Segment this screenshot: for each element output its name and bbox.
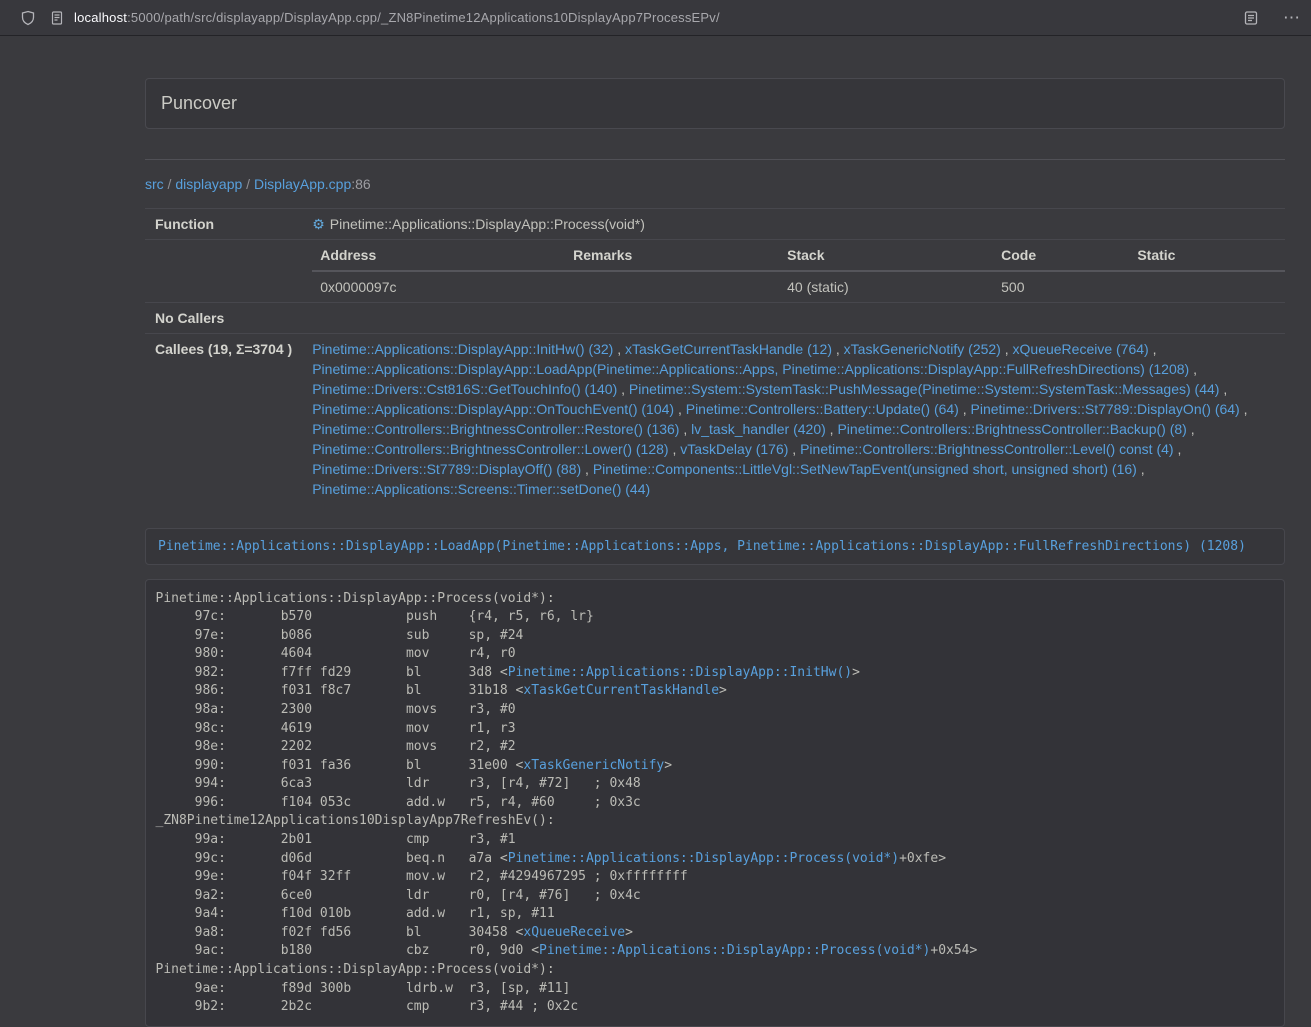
code-symbol-link[interactable]: Pinetime::Applications::DisplayApp::Init… [508,665,852,680]
function-row: Function ⚙ Pinetime::Applications::Displa… [145,209,1285,240]
url-input[interactable]: localhost:5000/path/src/displayapp/Displ… [74,10,1243,25]
breadcrumb-separator: / [242,176,254,192]
callee-separator: , [959,401,971,417]
no-callers-row: No Callers [145,303,1285,334]
reader-mode-icon[interactable] [1243,10,1259,26]
breadcrumb-separator: / [164,176,176,192]
metric-column-header: Stack [779,240,993,271]
callee-link[interactable]: Pinetime::Applications::DisplayApp::OnTo… [312,401,674,417]
callee-link[interactable]: Pinetime::Drivers::St7789::DisplayOff() … [312,461,581,477]
callees-list: Pinetime::Applications::DisplayApp::Init… [302,334,1285,505]
breadcrumb: src / displayapp / DisplayApp.cpp:86 [145,174,1285,194]
metric-value [565,271,779,302]
metric-column-header: Address [312,240,565,271]
callee-separator: , [1189,361,1197,377]
symbol-table: Function ⚙Pinetime::Applications::Displa… [145,208,1285,504]
callee-separator: , [788,441,800,457]
code-symbol-link[interactable]: xQueueReceive [523,925,625,940]
metrics-value-row: 0x0000097c 40 (static)500 [312,271,1285,302]
divider [145,159,1285,160]
callee-link[interactable]: xTaskGenericNotify (252) [844,341,1001,357]
callee-link[interactable]: Pinetime::Components::LittleVgl::SetNewT… [593,461,1137,477]
callees-row: Callees (19, Σ=3704 ) Pinetime::Applicat… [145,334,1285,505]
callee-link[interactable]: vTaskDelay (176) [680,441,788,457]
code-symbol-link[interactable]: Pinetime::Applications::DisplayApp::Proc… [539,943,930,958]
metrics-cell: AddressRemarksStackCodeStatic 0x0000097c… [302,240,1285,303]
callee-separator: , [1219,381,1227,397]
empty-cell [302,303,1285,334]
url-host: localhost [74,10,127,25]
callee-link[interactable]: Pinetime::Applications::DisplayApp::Init… [312,341,613,357]
site-identity-icon[interactable] [49,10,65,26]
metric-value: 40 (static) [779,271,993,302]
breadcrumb-line-number: :86 [351,176,370,192]
callee-separator: , [1240,401,1248,417]
callee-link[interactable]: Pinetime::Applications::Screens::Timer::… [312,481,650,497]
code-symbol-link[interactable]: xTaskGetCurrentTaskHandle [523,683,719,698]
callee-link[interactable]: Pinetime::Applications::DisplayApp::Load… [312,361,1189,377]
metrics-header-row: AddressRemarksStackCodeStatic [312,240,1285,271]
page-title: Puncover [161,93,237,113]
callee-link[interactable]: lv_task_handler (420) [691,421,826,437]
page-actions-icon[interactable]: ⋯ [1283,10,1299,26]
metric-value [1129,271,1285,302]
callee-separator: , [674,401,686,417]
function-label: Function [145,209,302,240]
callee-link[interactable]: Pinetime::Controllers::BrightnessControl… [837,421,1186,437]
code-symbol-link[interactable]: Pinetime::Applications::DisplayApp::Proc… [508,851,899,866]
metric-value: 0x0000097c [312,271,565,302]
callees-label: Callees (19, Σ=3704 ) [145,334,302,505]
app-header-panel: Puncover [145,78,1285,129]
code-symbol-link[interactable]: xTaskGenericNotify [523,758,664,773]
breadcrumb-link[interactable]: DisplayApp.cpp [254,176,351,192]
metrics-table: AddressRemarksStackCodeStatic 0x0000097c… [312,240,1285,302]
callee-separator: , [1137,461,1145,477]
callee-link[interactable]: xQueueReceive (764) [1013,341,1149,357]
callee-separator: , [826,421,838,437]
callee-link[interactable]: Pinetime::Controllers::BrightnessControl… [312,441,668,457]
callee-separator: , [1001,341,1013,357]
callee-separator: , [832,341,844,357]
highlighted-callee-link[interactable]: Pinetime::Applications::DisplayApp::Load… [158,539,1246,554]
metric-column-header: Remarks [565,240,779,271]
callee-separator: , [669,441,681,457]
callee-separator: , [581,461,593,477]
function-icon: ⚙ [312,216,325,232]
callee-link[interactable]: Pinetime::Drivers::Cst816S::GetTouchInfo… [312,381,617,397]
browser-url-bar: localhost:5000/path/src/displayapp/Displ… [0,0,1311,36]
function-name: Pinetime::Applications::DisplayApp::Proc… [330,216,645,232]
url-path: :5000/path/src/displayapp/DisplayApp.cpp… [127,10,720,25]
metric-column-header: Code [993,240,1129,271]
callee-link[interactable]: Pinetime::Controllers::Battery::Update()… [686,401,959,417]
callee-link[interactable]: xTaskGetCurrentTaskHandle (12) [625,341,832,357]
breadcrumb-link[interactable]: src [145,176,164,192]
callee-link[interactable]: Pinetime::Controllers::BrightnessControl… [312,421,679,437]
metric-value: 500 [993,271,1129,302]
breadcrumb-link[interactable]: displayapp [175,176,242,192]
callee-separator: , [679,421,691,437]
callee-separator: , [613,341,625,357]
empty-cell [145,240,302,303]
metric-column-header: Static [1129,240,1285,271]
callee-link[interactable]: Pinetime::Drivers::St7789::DisplayOn() (… [971,401,1240,417]
highlighted-callee-panel: Pinetime::Applications::DisplayApp::Load… [145,528,1285,565]
callee-separator: , [1174,441,1182,457]
callee-separator: , [1149,341,1157,357]
function-name-cell: ⚙ Pinetime::Applications::DisplayApp::Pro… [302,209,1285,240]
disassembly-block: Pinetime::Applications::DisplayApp::Proc… [145,579,1285,1027]
callee-link[interactable]: Pinetime::Controllers::BrightnessControl… [800,441,1173,457]
metrics-row: AddressRemarksStackCodeStatic 0x0000097c… [145,240,1285,303]
page-container: Puncover src / displayapp / DisplayApp.c… [145,36,1285,1027]
tracking-protection-shield-icon[interactable] [20,10,36,26]
callee-separator: , [1187,421,1195,437]
no-callers-label: No Callers [145,303,302,334]
callee-separator: , [617,381,629,397]
callee-link[interactable]: Pinetime::System::SystemTask::PushMessag… [629,381,1220,397]
